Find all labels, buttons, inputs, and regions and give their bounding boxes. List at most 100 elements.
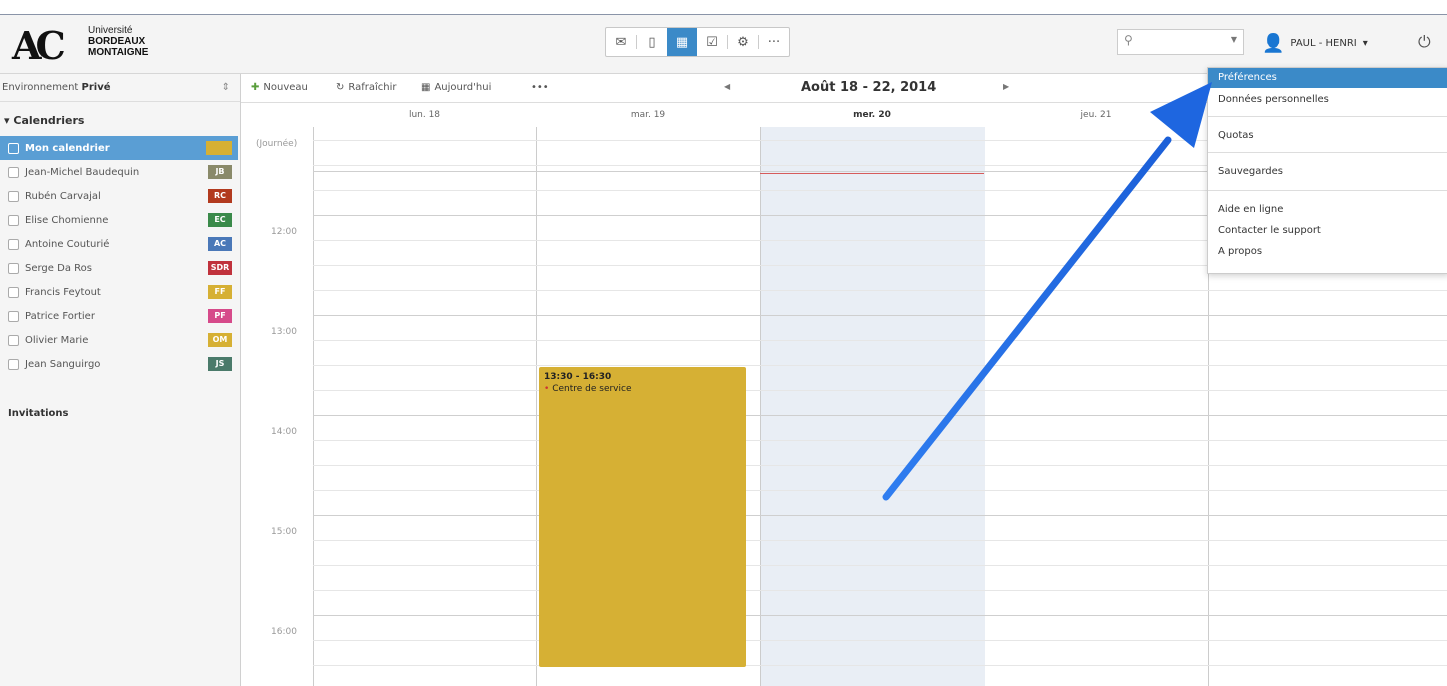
plus-icon: ✚ [251, 82, 260, 93]
contacts-icon[interactable]: ▯ [637, 28, 667, 56]
calendar-item[interactable]: Mon calendrier [0, 136, 238, 160]
event-time: 13:30 - 16:30 [544, 372, 612, 382]
logo-line-2: BORDEAUX [88, 36, 146, 47]
hour-label: 12:00 [271, 227, 297, 237]
day-column[interactable] [760, 127, 985, 686]
calendar-checkbox[interactable] [8, 286, 19, 298]
calendar-checkbox[interactable] [8, 214, 19, 226]
calendar-checkbox[interactable] [8, 190, 19, 202]
calendar-item[interactable]: Patrice Fortier PF [8, 304, 238, 328]
refresh-button[interactable]: ↻ Rafraîchir [336, 82, 397, 93]
calendar-checkbox[interactable] [8, 238, 19, 250]
hour-line [313, 615, 1447, 616]
tasks-icon[interactable]: ☑ [697, 28, 727, 56]
calendar-icon[interactable]: ▦ [667, 28, 697, 56]
hour-line [313, 515, 1447, 516]
calendar-item-label: Mon calendrier [25, 142, 110, 154]
calendar-color-badge[interactable]: JS [208, 357, 232, 371]
today-button[interactable]: ▦ Aujourd'hui [421, 82, 491, 93]
new-label: Nouveau [263, 82, 308, 93]
more-actions-button[interactable]: ••• [531, 82, 549, 93]
chevron-down-icon: ▾ [4, 114, 10, 127]
refresh-label: Rafraîchir [348, 82, 397, 93]
menu-item[interactable]: Préférences [1208, 68, 1447, 88]
calendar-item[interactable]: Antoine Couturié AC [8, 232, 238, 256]
prev-week-icon[interactable]: ◀ [724, 82, 730, 91]
menu-item[interactable]: Données personnelles [1208, 90, 1447, 110]
environment-selector[interactable]: Environnement Privé ⇕ [0, 74, 240, 102]
quarter-line [313, 490, 1447, 491]
calendar-item-label: Patrice Fortier [25, 310, 95, 322]
calendar-checkbox[interactable] [8, 358, 19, 370]
more-icon[interactable]: ··· [759, 28, 789, 56]
calendar-checkbox[interactable] [8, 310, 19, 322]
search-icon: ⚲ [1124, 33, 1133, 47]
day-column[interactable] [984, 127, 1209, 686]
logo-line-1: Université [88, 25, 133, 36]
search-box: ⚲ ▼ [1117, 29, 1244, 55]
calendar-checkbox[interactable] [8, 142, 19, 154]
logo-text: Université BORDEAUX MONTAIGNE [88, 25, 148, 58]
next-week-icon[interactable]: ▶ [1003, 82, 1009, 91]
calendar-checkbox[interactable] [8, 334, 19, 346]
menu-item[interactable]: Quotas [1208, 126, 1447, 146]
calendar-item[interactable]: Jean-Michel Baudequin JB [8, 160, 238, 184]
invitations-heading[interactable]: Invitations [8, 408, 68, 419]
day-header[interactable]: mer. 20 [760, 103, 984, 127]
calendar-color-badge[interactable] [206, 141, 232, 155]
calendar-color-badge[interactable]: SDR [208, 261, 232, 275]
updown-icon: ⇕ [221, 82, 230, 93]
menu-divider [1208, 190, 1447, 191]
menu-item[interactable]: Aide en ligne [1208, 200, 1447, 220]
calendars-heading[interactable]: ▾ Calendriers [4, 114, 84, 127]
calendar-color-badge[interactable]: AC [208, 237, 232, 251]
new-button[interactable]: ✚ Nouveau [251, 82, 308, 93]
search-input[interactable] [1140, 32, 1224, 46]
day-header[interactable]: jeu. 21 [984, 103, 1208, 127]
quarter-line [313, 465, 1447, 466]
calendar-item[interactable]: Elise Chomienne EC [8, 208, 238, 232]
calendar-color-badge[interactable]: JB [208, 165, 232, 179]
chevron-down-icon[interactable]: ▼ [1231, 35, 1237, 44]
sidebar: Environnement Privé ⇕ ▾ Calendriers Mon … [0, 74, 241, 686]
quarter-line [313, 340, 1447, 341]
day-header[interactable]: mar. 19 [536, 103, 760, 127]
calendar-item-label: Antoine Couturié [25, 238, 110, 250]
mail-icon[interactable]: ✉ [606, 28, 636, 56]
calendar-item-label: Serge Da Ros [25, 262, 92, 274]
quarter-line [313, 665, 1447, 666]
chevron-down-icon: ▾ [1362, 37, 1368, 49]
user-dropdown-menu: Préférences Données personnelles Quotas Sau… [1207, 67, 1447, 274]
menu-item[interactable]: A propos [1208, 242, 1447, 262]
menu-item[interactable]: Contacter le support [1208, 221, 1447, 241]
menu-item[interactable]: Sauvegardes [1208, 162, 1447, 182]
calendar-color-badge[interactable]: PF [208, 309, 232, 323]
user-menu[interactable]: 👤 PAUL - HENRI ▾ [1262, 31, 1368, 55]
university-logo[interactable]: AC Université BORDEAUX MONTAIGNE [6, 15, 206, 73]
calendar-color-badge[interactable]: FF [208, 285, 232, 299]
event-title: Centre de service [552, 384, 632, 394]
calendar-color-badge[interactable]: EC [208, 213, 232, 227]
menu-divider [1208, 116, 1447, 117]
calendar-checkbox[interactable] [8, 262, 19, 274]
calendar-item-label: Olivier Marie [25, 334, 89, 346]
quarter-line [313, 290, 1447, 291]
day-header[interactable]: lun. 18 [313, 103, 536, 127]
calendar-checkbox[interactable] [8, 166, 19, 178]
calendar-item[interactable]: Serge Da Ros SDR [8, 256, 238, 280]
calendar-event[interactable]: 13:30 - 16:30 • Centre de service [539, 367, 746, 667]
day-column[interactable] [313, 127, 537, 686]
quarter-line [313, 590, 1447, 591]
calendar-color-badge[interactable]: RC [208, 189, 232, 203]
calendar-item[interactable]: Olivier Marie OM [8, 328, 238, 352]
calendar-grid-icon: ▦ [421, 82, 431, 93]
calendar-item[interactable]: Francis Feytout FF [8, 280, 238, 304]
settings-icon[interactable]: ⚙ [728, 28, 758, 56]
calendar-item-label: Rubén Carvajal [25, 190, 101, 202]
hour-label: 15:00 [271, 527, 297, 537]
power-icon[interactable]: ⏻ [1418, 32, 1431, 52]
calendar-item[interactable]: Rubén Carvajal RC [8, 184, 238, 208]
calendar-color-badge[interactable]: OM [208, 333, 232, 347]
calendar-item[interactable]: Jean Sanguirgo JS [8, 352, 238, 376]
app-switcher: ✉ ▯ ▦ ☑ ⚙ ··· [605, 27, 790, 57]
